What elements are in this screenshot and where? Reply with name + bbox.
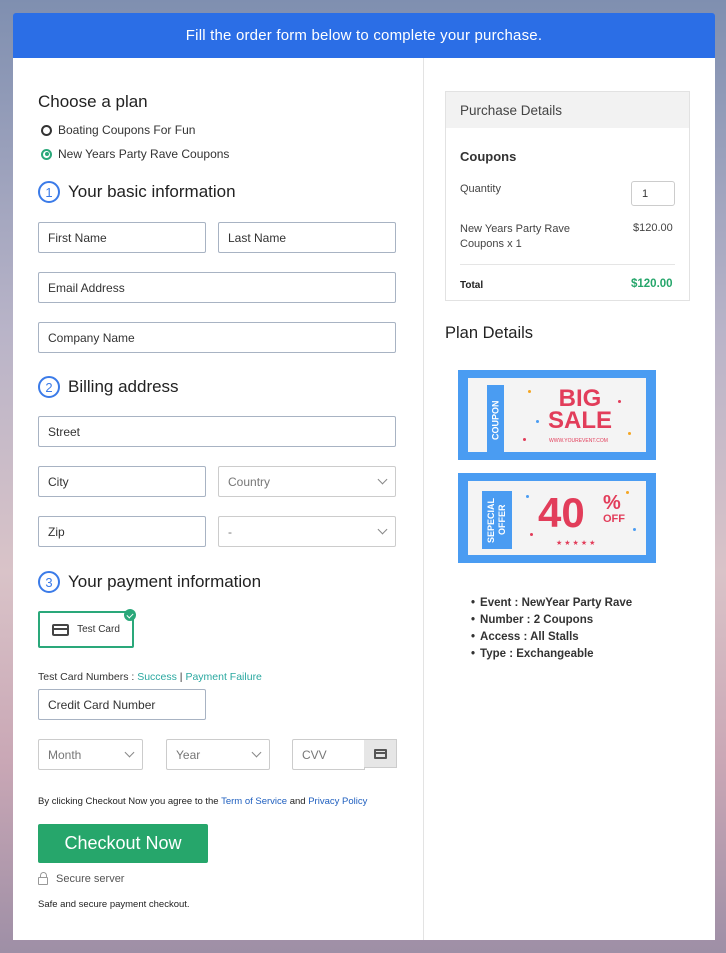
chevron-down-icon (377, 474, 388, 485)
chevron-down-icon (251, 747, 262, 758)
card-number-input[interactable]: Credit Card Number (38, 689, 206, 720)
checkmark-icon (124, 609, 136, 621)
percent-sign: % (603, 492, 621, 514)
item-name: New Years Party Rave Coupons x 1 (460, 222, 570, 252)
and-text: and (287, 796, 309, 807)
stars: ★★★★★ (556, 540, 598, 547)
quantity-input[interactable]: 1 (631, 181, 675, 206)
year-value: Year (176, 747, 201, 762)
success-link[interactable]: Success (137, 671, 177, 683)
agree-text: By clicking Checkout Now you agree to th… (38, 796, 222, 807)
plan-option-label: Boating Coupons For Fun (58, 123, 196, 137)
chevron-down-icon (377, 524, 388, 535)
step-billing: 2 Billing address (38, 376, 179, 398)
country-select[interactable]: Country (218, 466, 396, 497)
cvv-input[interactable]: CVV (292, 739, 365, 770)
quantity-label: Quantity (460, 183, 501, 195)
choose-plan-title: Choose a plan (38, 92, 148, 111)
plan-details-title: Plan Details (445, 324, 534, 342)
list-item: Access : All Stalls (471, 629, 632, 646)
test-card-numbers: Test Card Numbers : Success | Payment Fa… (38, 671, 262, 683)
cvv-card-icon (364, 739, 397, 768)
divider (460, 264, 675, 265)
plan-option-label: New Years Party Rave Coupons (58, 147, 230, 161)
item-price: $120.00 (633, 222, 673, 234)
coupon-image-40-off: SEPECIAL OFFER 40 % OFF ★★★★★ (458, 473, 656, 563)
privacy-link[interactable]: Privacy Policy (308, 796, 367, 807)
company-input[interactable]: Company Name (38, 322, 396, 353)
chevron-down-icon (124, 747, 135, 758)
last-name-input[interactable]: Last Name (218, 222, 396, 253)
list-item: Number : 2 Coupons (471, 612, 632, 629)
top-banner: Fill the order form below to complete yo… (13, 13, 715, 58)
test-numbers-label: Test Card Numbers : (38, 671, 138, 683)
list-item: Type : Exchangeable (471, 646, 632, 663)
off-text: % OFF (603, 492, 625, 527)
year-select[interactable]: Year (166, 739, 270, 770)
sale-text: SALE (548, 407, 613, 434)
safe-checkout-text: Safe and secure payment checkout. (38, 899, 190, 910)
terms-agreement: By clicking Checkout Now you agree to th… (38, 796, 367, 807)
plan-option-new-years[interactable]: New Years Party Rave Coupons (41, 147, 229, 161)
state-select[interactable]: - (218, 516, 396, 547)
big-sale-text: BIG SALE (548, 387, 613, 434)
purchase-details-panel: Purchase Details Coupons Quantity 1 New … (445, 91, 690, 301)
secure-server: Secure server (38, 871, 125, 885)
radio-selected-icon[interactable] (41, 148, 52, 160)
coupons-heading: Coupons (460, 149, 517, 164)
plan-option-boating[interactable]: Boating Coupons For Fun (41, 123, 195, 137)
payment-failure-link[interactable]: Payment Failure (185, 671, 261, 683)
item-name-line1: New Years Party Rave (460, 223, 571, 235)
zip-input[interactable]: Zip (38, 516, 206, 547)
list-item: Event : NewYear Party Rave (471, 595, 632, 612)
state-value: - (228, 524, 232, 539)
step-payment: 3 Your payment information (38, 571, 261, 593)
section-title: Your payment information (68, 572, 262, 591)
email-input[interactable]: Email Address (38, 272, 396, 303)
total-label: Total (460, 280, 484, 291)
terms-link[interactable]: Term of Service (221, 796, 287, 807)
country-value: Country (228, 474, 271, 489)
coupon-image-big-sale: COUPON BIG SALE WWW.YOUREVENT.COM (458, 370, 656, 460)
coupon-url: WWW.YOUREVENT.COM (549, 438, 608, 444)
street-input[interactable]: Street (38, 416, 396, 447)
step-basic-info: 1 Your basic information (38, 181, 236, 203)
checkout-button[interactable]: Checkout Now (38, 824, 208, 863)
test-card-option[interactable]: Test Card (38, 611, 134, 648)
month-value: Month (48, 747, 82, 762)
section-title: Billing address (68, 377, 179, 396)
section-title: Your basic information (68, 182, 236, 201)
total-value: $120.00 (631, 278, 673, 290)
test-card-label: Test Card (77, 624, 120, 635)
lock-icon (38, 871, 48, 885)
coupon-ribbon: SEPECIAL OFFER (482, 491, 512, 549)
coupon-ribbon: COUPON (487, 385, 504, 455)
step-number-badge: 3 (38, 571, 60, 593)
percent-text: 40 (538, 489, 585, 536)
order-form-card: Choose a plan Boating Coupons For Fun Ne… (13, 58, 715, 940)
credit-card-icon (52, 623, 70, 636)
step-number-badge: 1 (38, 181, 60, 203)
city-input[interactable]: City (38, 466, 206, 497)
month-select[interactable]: Month (38, 739, 143, 770)
plan-detail-list: Event : NewYear Party Rave Number : 2 Co… (471, 595, 632, 663)
item-name-line2: Coupons x 1 (460, 238, 522, 250)
step-number-badge: 2 (38, 376, 60, 398)
purchase-details-header: Purchase Details (446, 92, 689, 128)
off-label: OFF (603, 513, 625, 525)
secure-label: Secure server (56, 873, 125, 885)
column-divider (423, 58, 424, 940)
radio-unselected-icon[interactable] (41, 124, 52, 136)
first-name-input[interactable]: First Name (38, 222, 206, 253)
